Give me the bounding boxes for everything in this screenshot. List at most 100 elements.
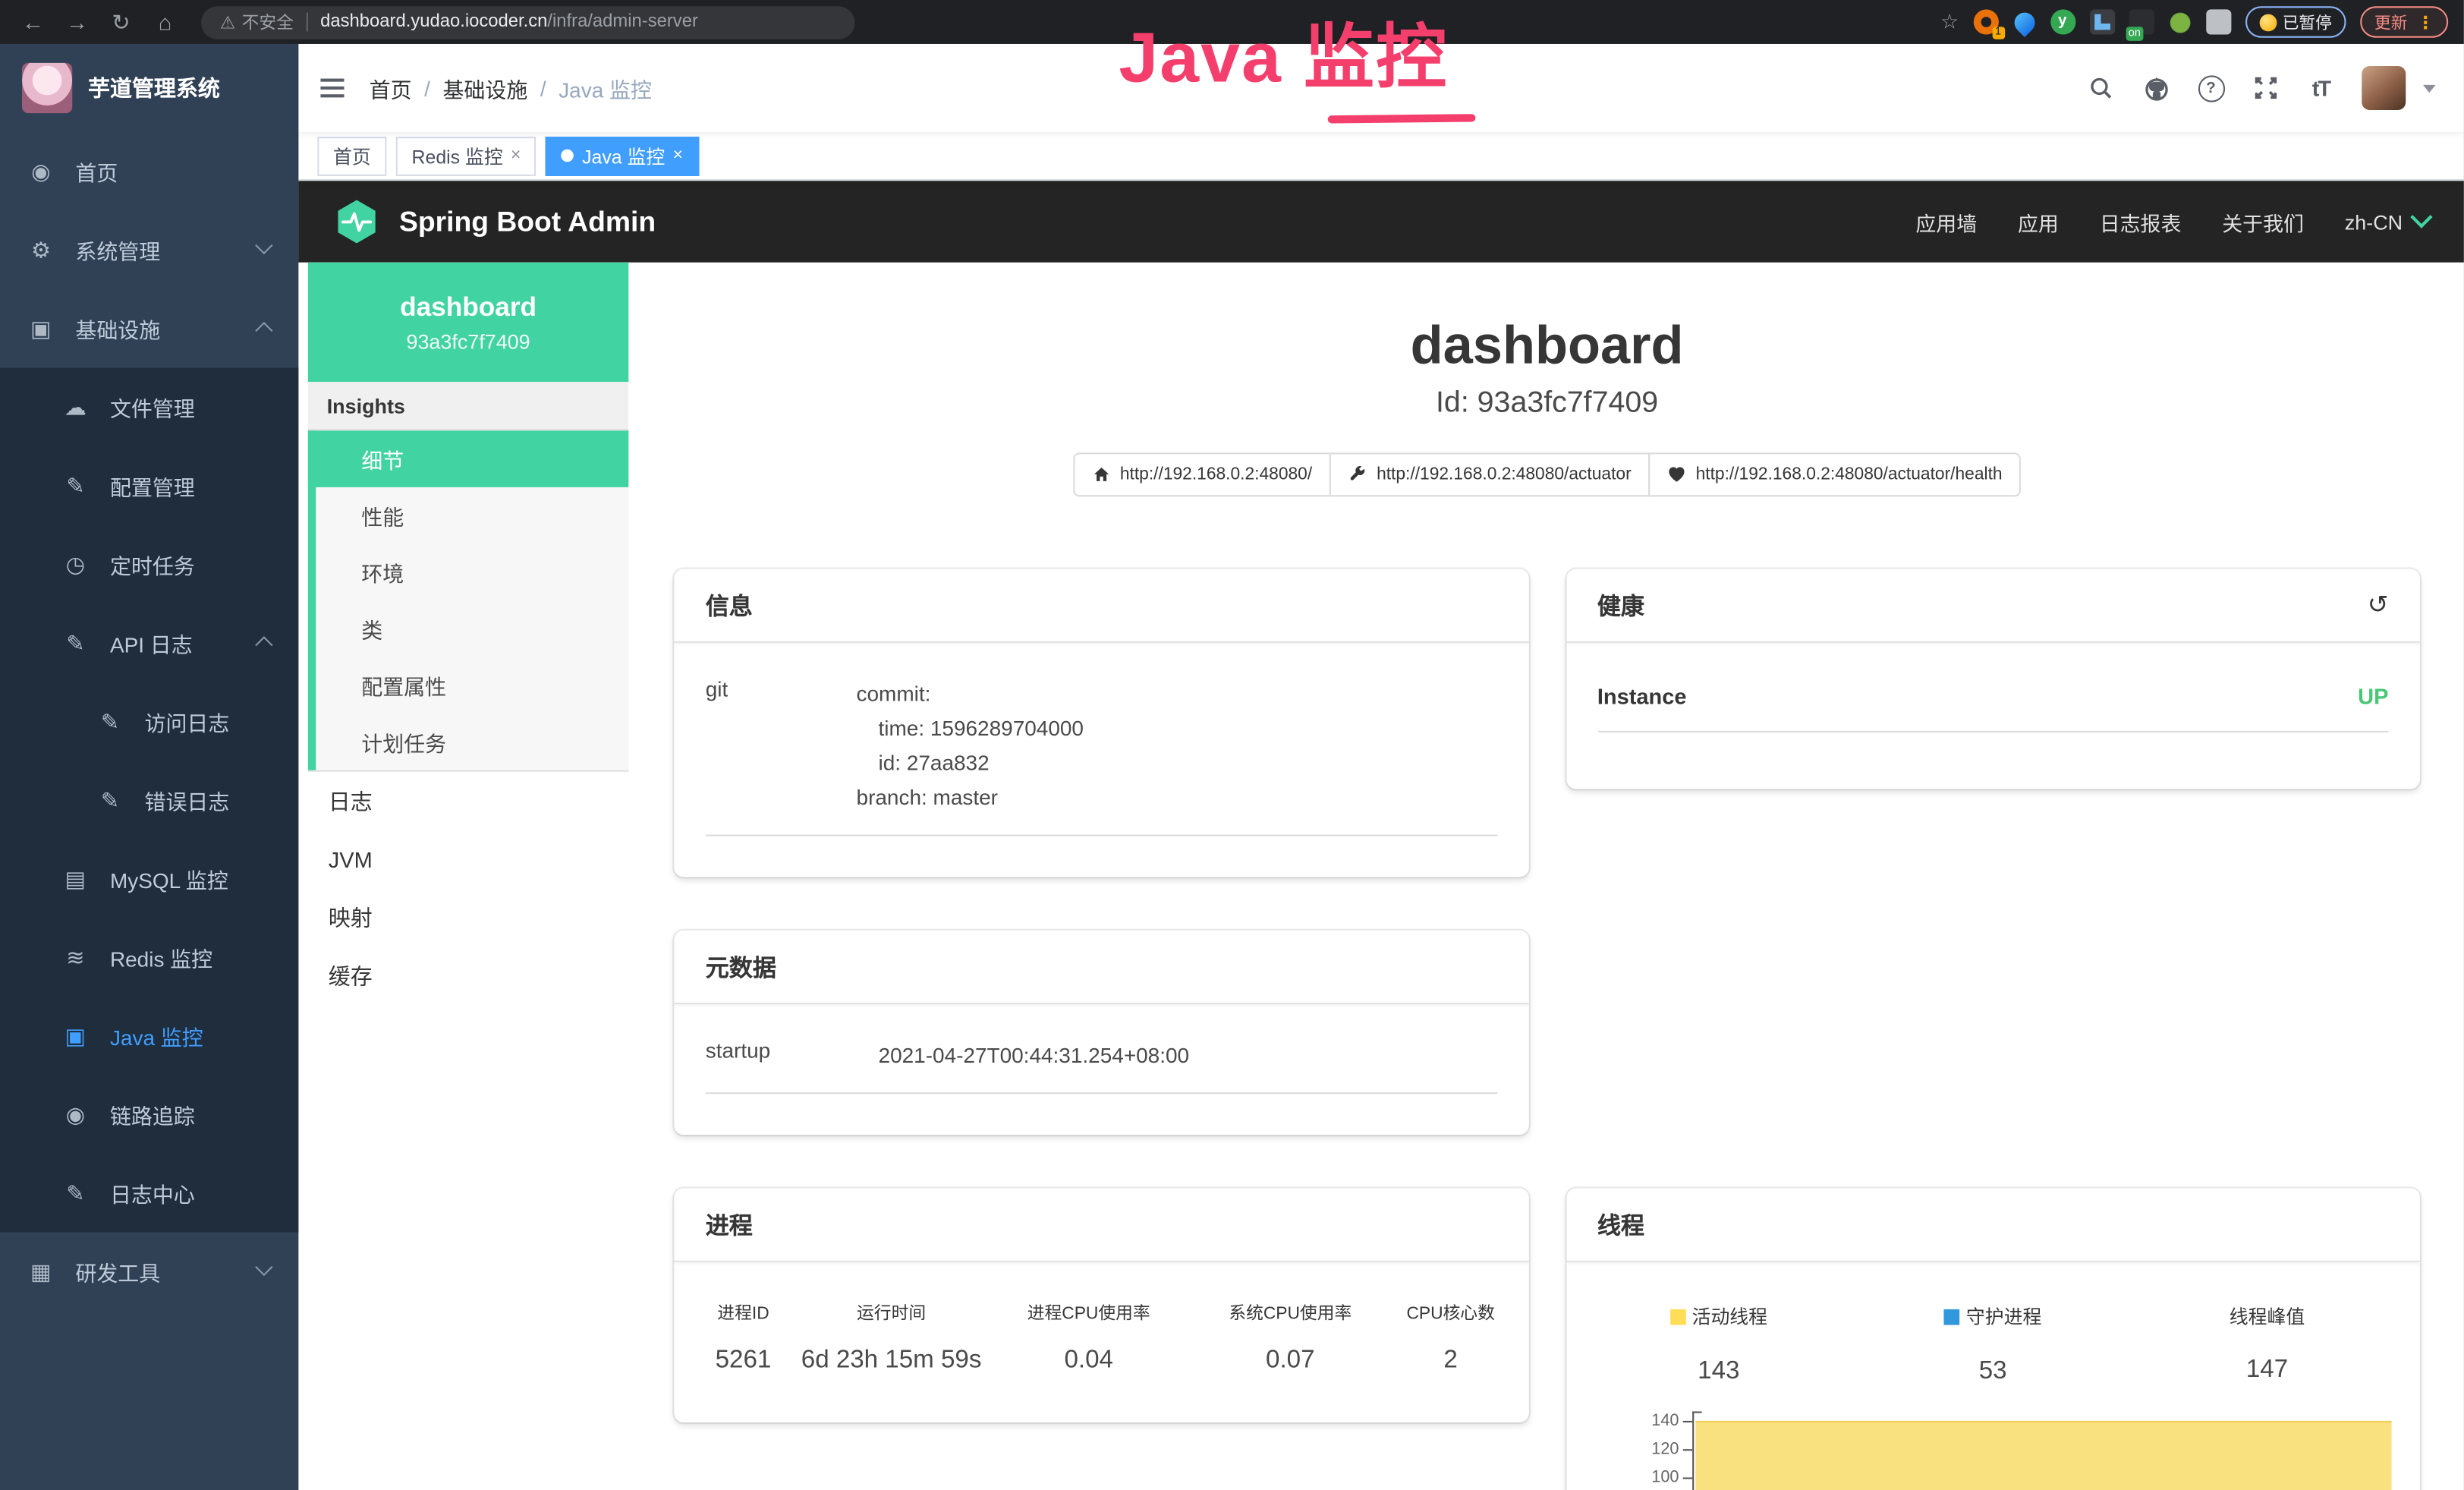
metadata-card: 元数据 startup 2021-04-27T00:44:31.254+08:0… xyxy=(674,931,1528,1135)
sba-language-select[interactable]: zh-CN xyxy=(2345,209,2429,233)
sidebar-item-access-log[interactable]: ✎ 访问日志 xyxy=(0,682,298,761)
service-url-button[interactable]: http://192.168.0.2:48080/ xyxy=(1073,452,1331,496)
sba-menu-logs[interactable]: 日志 xyxy=(308,772,628,830)
browser-menu-icon[interactable]: ⋮ xyxy=(2417,12,2434,33)
history-icon[interactable]: ↺ xyxy=(2368,590,2389,621)
metadata-startup-row: startup 2021-04-27T00:44:31.254+08:00 xyxy=(706,1039,1497,1094)
sidebar-item-error-log[interactable]: ✎ 错误日志 xyxy=(0,761,298,840)
extension-leaf-icon[interactable] xyxy=(2170,12,2190,33)
sba-brand[interactable]: Spring Boot Admin xyxy=(333,198,656,245)
instance-header[interactable]: dashboard 93a3fc7f7409 xyxy=(308,263,628,382)
sba-menu-environment[interactable]: 环境 xyxy=(308,543,628,600)
sba-menu-classes[interactable]: 类 xyxy=(308,600,628,657)
tag-java-monitor[interactable]: Java 监控× xyxy=(546,136,699,175)
close-icon[interactable]: × xyxy=(511,146,521,165)
health-url-button[interactable]: http://192.168.0.2:48080/actuator/health xyxy=(1648,452,2021,496)
extension-green-icon[interactable]: y xyxy=(2050,9,2075,34)
sba-title: Spring Boot Admin xyxy=(399,205,656,238)
annotation-text: Java 监控 xyxy=(1119,0,1448,102)
search-icon[interactable] xyxy=(2087,74,2115,102)
extension-onetab-icon[interactable] xyxy=(2129,9,2154,34)
log-edit-icon: ✎ xyxy=(97,708,122,735)
sidebar-item-label: 日志中心 xyxy=(110,1177,195,1208)
update-button[interactable]: 更新⋮ xyxy=(2360,6,2448,37)
avatar[interactable] xyxy=(2362,66,2406,110)
help-icon[interactable]: ? xyxy=(2197,74,2225,102)
sidebar-item-log-center[interactable]: ✎ 日志中心 xyxy=(0,1154,298,1233)
sidebar-item-system[interactable]: ⚙ 系统管理 xyxy=(0,210,298,289)
close-icon[interactable]: × xyxy=(673,146,683,165)
github-icon[interactable] xyxy=(2141,74,2170,102)
sidebar-item-tracing[interactable]: ◉ 链路追踪 xyxy=(0,1075,298,1154)
sidebar-item-scheduled-job[interactable]: ◷ 定时任务 xyxy=(0,525,298,604)
divider xyxy=(307,13,308,32)
sidebar-item-api-log[interactable]: ✎ API 日志 xyxy=(0,603,298,682)
address-bar[interactable]: ⚠ 不安全 dashboard.yudao.iocoder.cn/infra/a… xyxy=(201,5,854,38)
sba-menu-insights[interactable]: Insights xyxy=(308,382,628,430)
legend-daemon-threads: 守护进程 53 xyxy=(1855,1303,2129,1386)
health-instance-row: Instance UP xyxy=(1597,684,2389,732)
sba-menu-metrics[interactable]: 性能 xyxy=(308,487,628,544)
extension-grid-icon[interactable] xyxy=(2089,9,2114,34)
sba-nav-journal[interactable]: 日志报表 xyxy=(2100,206,2182,236)
tag-redis-monitor[interactable]: Redis 监控× xyxy=(396,136,537,175)
sidebar-item-mysql-monitor[interactable]: ▤ MySQL 监控 xyxy=(0,840,298,918)
sba-menu-jvm[interactable]: JVM xyxy=(308,830,628,888)
app-logo-row[interactable]: 芋道管理系统 xyxy=(0,44,298,132)
sidebar-item-java-monitor[interactable]: ▣ Java 监控 xyxy=(0,997,298,1076)
tag-home[interactable]: 首页 xyxy=(317,136,386,175)
metadata-key: startup xyxy=(706,1039,879,1074)
sba-menu-mappings[interactable]: 映射 xyxy=(308,888,628,947)
sba-menu-caches[interactable]: 缓存 xyxy=(308,947,628,1005)
sba-menu-config-props[interactable]: 配置属性 xyxy=(308,657,628,714)
avatar-caret-icon[interactable] xyxy=(2423,84,2436,92)
breadcrumb-infrastructure[interactable]: 基础设施 xyxy=(442,72,527,103)
sba-menu-scheduled-tasks[interactable]: 计划任务 xyxy=(308,713,628,770)
threads-area-chart: 140 120 100 xyxy=(1581,1407,2404,1490)
breadcrumb-home[interactable]: 首页 xyxy=(370,72,412,103)
browser-back-icon[interactable]: ← xyxy=(16,9,51,34)
system-cpu: 系统CPU使用率 0.07 xyxy=(1191,1299,1389,1375)
extension-orange-icon[interactable]: 1 xyxy=(1973,9,1998,34)
sidebar-item-label: Redis 监控 xyxy=(110,941,212,972)
sba-nav-wallboard[interactable]: 应用墙 xyxy=(1915,206,1977,236)
warning-icon: ⚠ xyxy=(220,12,235,33)
browser-forward-icon[interactable]: → xyxy=(60,9,95,34)
fullscreen-icon[interactable] xyxy=(2252,74,2280,102)
clock-icon: ◷ xyxy=(63,551,88,578)
sidebar-item-label: 研发工具 xyxy=(75,1255,160,1287)
extension-pin-icon[interactable] xyxy=(2009,8,2038,36)
dashboard-icon: ◉ xyxy=(28,158,53,184)
wrench-icon xyxy=(1348,465,1367,484)
sidebar-item-label: MySQL 监控 xyxy=(110,863,228,894)
sidebar-item-label: 基础设施 xyxy=(75,313,160,344)
browser-actions: ☆ 1 y 已暂停 更新⋮ xyxy=(1940,6,2448,37)
bookmark-star-icon[interactable]: ☆ xyxy=(1940,9,1959,34)
url-domain: dashboard.yudao.iocoder.cn xyxy=(320,13,547,32)
sba-nav: 应用墙 应用 日志报表 关于我们 zh-CN xyxy=(1915,206,2429,236)
hamburger-icon[interactable] xyxy=(320,79,344,98)
browser-home-icon[interactable]: ⌂ xyxy=(148,9,183,34)
eye-icon: ◉ xyxy=(63,1101,88,1128)
y-tick-100: 100 xyxy=(1651,1467,1679,1486)
actuator-url-button[interactable]: http://192.168.0.2:48080/actuator xyxy=(1330,452,1651,496)
extensions-puzzle-icon[interactable] xyxy=(2205,9,2230,34)
sidebar-item-file-manage[interactable]: ☁ 文件管理 xyxy=(0,368,298,447)
breadcrumb-current: Java 监控 xyxy=(559,72,652,103)
sidebar-item-infrastructure[interactable]: ▣ 基础设施 xyxy=(0,289,298,368)
sidebar-item-redis-monitor[interactable]: ≋ Redis 监控 xyxy=(0,918,298,997)
sba-menu-details[interactable]: 细节 xyxy=(308,430,628,487)
browser-reload-icon[interactable]: ↻ xyxy=(104,8,139,35)
sba-nav-applications[interactable]: 应用 xyxy=(2018,206,2059,236)
sidebar-item-label: 文件管理 xyxy=(110,392,195,423)
annotation-underline xyxy=(1328,114,1476,123)
paused-chip[interactable]: 已暂停 xyxy=(2245,6,2346,37)
sidebar-item-dev-tools[interactable]: ▦ 研发工具 xyxy=(0,1232,298,1311)
sidebar-item-config-manage[interactable]: ✎ 配置管理 xyxy=(0,446,298,525)
sidebar-item-home[interactable]: ◉ 首页 xyxy=(0,132,298,211)
instance-links: http://192.168.0.2:48080/ http://192.168… xyxy=(674,452,2420,496)
chevron-down-icon xyxy=(255,1258,272,1276)
sba-nav-about[interactable]: 关于我们 xyxy=(2222,206,2304,236)
font-size-icon[interactable]: tT xyxy=(2307,74,2335,102)
main-column: 首页 / 基础设施 / Java 监控 ? xyxy=(298,44,2463,1490)
